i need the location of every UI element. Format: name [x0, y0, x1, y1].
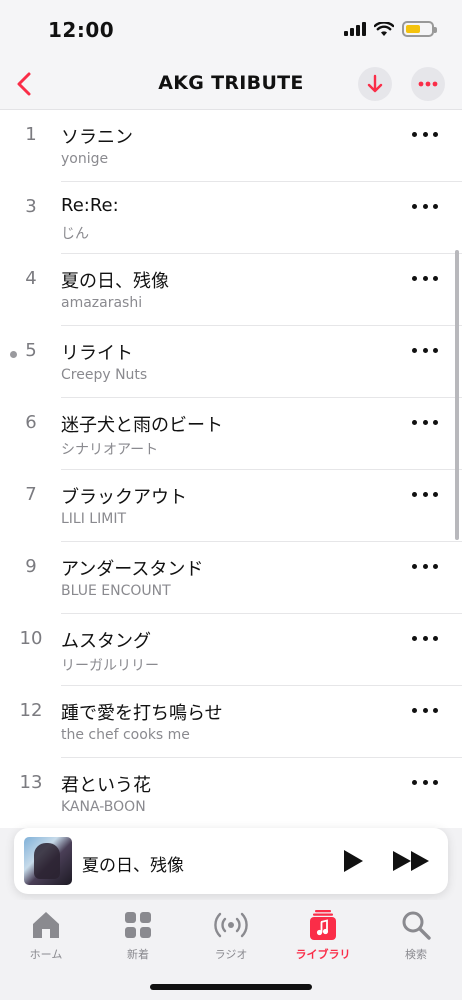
track-list: 1 ソラニン yonige 3 Re:Re: じん 4 夏の日、残像 amaza… — [0, 110, 462, 828]
track-row[interactable]: 1 ソラニン yonige — [0, 110, 462, 182]
tab-search[interactable]: 検索 — [370, 908, 462, 964]
album-artwork — [24, 837, 72, 885]
track-row[interactable]: 13 君という花 KANA-BOON — [0, 758, 462, 828]
track-more-icon[interactable] — [412, 556, 438, 576]
track-artist: yonige — [61, 151, 109, 167]
nav-bar: AKG TRIBUTE — [0, 58, 462, 110]
wifi-icon — [374, 21, 394, 36]
track-row[interactable]: 4 夏の日、残像 amazarashi — [0, 254, 462, 326]
cellular-signal-icon — [344, 22, 366, 36]
tab-label: ライブラリ — [295, 948, 351, 961]
track-more-icon[interactable] — [412, 412, 438, 432]
track-number: 13 — [19, 772, 43, 793]
track-title: ソラニン — [61, 127, 133, 148]
track-number: 5 — [25, 340, 37, 361]
status-icons — [344, 21, 437, 37]
tab-home[interactable]: ホーム — [0, 908, 92, 964]
status-time: 12:00 — [48, 18, 115, 42]
track-title: 踵で愛を打ち鳴らせ — [61, 703, 223, 724]
track-row[interactable]: 9 アンダースタンド BLUE ENCOUNT — [0, 542, 462, 614]
tab-label: ラジオ — [214, 948, 248, 961]
track-title: 迷子犬と雨のビート — [61, 415, 223, 436]
track-title: 夏の日、残像 — [61, 271, 169, 292]
track-title: ブラックアウト — [61, 487, 187, 508]
tab-library[interactable]: ライブラリ — [277, 908, 369, 964]
track-title: アンダースタンド — [61, 559, 204, 580]
track-more-icon[interactable] — [412, 772, 438, 792]
track-artist: BLUE ENCOUNT — [61, 583, 171, 599]
track-number: 9 — [25, 556, 37, 577]
track-artist: the chef cooks me — [61, 727, 190, 743]
track-number: 4 — [25, 268, 37, 289]
track-row[interactable]: 5 リライト Creepy Nuts — [0, 326, 462, 398]
library-icon — [310, 910, 336, 940]
mini-player[interactable]: 夏の日、残像 — [14, 828, 448, 894]
track-row[interactable]: 3 Re:Re: じん — [0, 182, 462, 254]
scrollbar[interactable] — [455, 250, 459, 540]
fast-forward-icon[interactable] — [392, 849, 432, 873]
track-number: 6 — [25, 412, 37, 433]
status-bar: 12:00 — [0, 0, 462, 58]
track-number: 12 — [19, 700, 43, 721]
radio-icon — [214, 912, 248, 938]
search-icon — [402, 911, 431, 940]
track-artist: リーガルリリー — [61, 658, 159, 674]
track-title: 君という花 — [61, 775, 151, 796]
tab-label: ホーム — [29, 948, 63, 961]
download-button[interactable] — [358, 67, 392, 101]
track-more-icon[interactable] — [412, 268, 438, 288]
track-row[interactable]: 7 ブラックアウト LILI LIMIT — [0, 470, 462, 542]
track-more-icon[interactable] — [412, 484, 438, 504]
home-indicator — [150, 984, 312, 990]
track-more-icon[interactable] — [412, 196, 438, 216]
track-title: リライト — [61, 343, 133, 364]
track-title: ムスタング — [61, 631, 151, 652]
track-artist: シナリオアート — [61, 442, 159, 458]
track-more-icon[interactable] — [412, 628, 438, 648]
track-more-icon[interactable] — [412, 124, 438, 144]
ellipsis-icon — [418, 81, 438, 87]
track-row[interactable]: 12 踵で愛を打ち鳴らせ the chef cooks me — [0, 686, 462, 758]
track-artist: Creepy Nuts — [61, 367, 148, 383]
track-more-icon[interactable] — [412, 700, 438, 720]
track-row[interactable]: 6 迷子犬と雨のビート シナリオアート — [0, 398, 462, 470]
grid-icon — [125, 912, 151, 938]
download-arrow-icon — [367, 74, 383, 93]
home-icon — [33, 912, 59, 938]
track-number: 10 — [19, 628, 43, 649]
play-icon[interactable] — [339, 848, 365, 874]
battery-icon — [402, 21, 437, 37]
track-number: 1 — [25, 124, 37, 145]
track-number: 3 — [25, 196, 37, 217]
tab-label: 新着 — [127, 948, 149, 961]
track-more-icon[interactable] — [412, 340, 438, 360]
track-row[interactable]: 10 ムスタング リーガルリリー — [0, 614, 462, 686]
track-title: Re:Re: — [61, 195, 119, 216]
now-playing-title: 夏の日、残像 — [82, 856, 184, 876]
tab-new[interactable]: 新着 — [92, 908, 184, 964]
tab-label: 検索 — [405, 948, 427, 961]
page-title: AKG TRIBUTE — [158, 72, 304, 94]
track-artist: じん — [61, 226, 89, 242]
tab-radio[interactable]: ラジオ — [185, 908, 277, 964]
more-options-button[interactable] — [411, 67, 445, 101]
track-artist: KANA-BOON — [61, 799, 146, 815]
track-number: 7 — [25, 484, 37, 505]
track-artist: LILI LIMIT — [61, 511, 126, 527]
track-artist: amazarashi — [61, 295, 143, 311]
